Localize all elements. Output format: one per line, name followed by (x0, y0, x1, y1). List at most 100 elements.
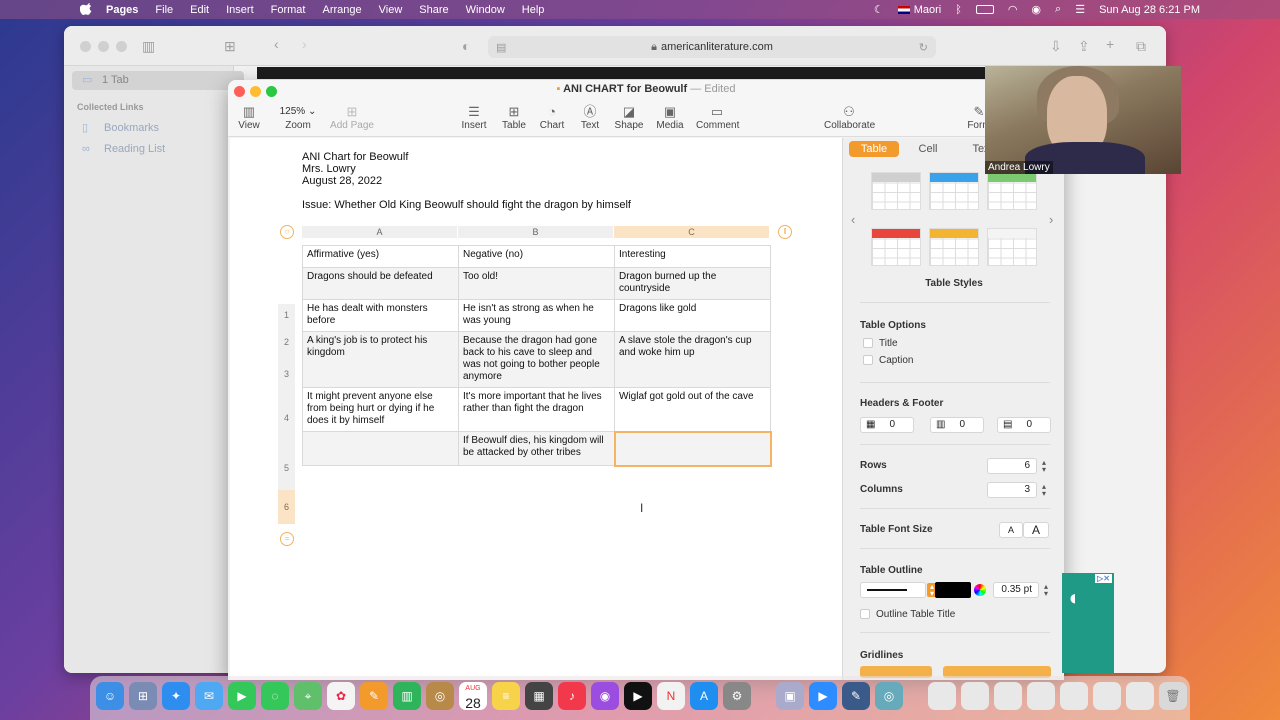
system-preferences-icon[interactable]: ⚙ (723, 682, 751, 710)
table-cell[interactable]: A slave stole the dragon's cup and woke … (614, 331, 771, 388)
column-header-c[interactable]: C (614, 226, 770, 238)
table-cell[interactable]: Too old! (458, 267, 615, 300)
doc-issue[interactable]: Issue: Whether Old King Beowulf should f… (302, 199, 631, 211)
table-cell[interactable]: Affirmative (yes) (302, 245, 459, 268)
search-icon[interactable]: ⌕ (1055, 3, 1061, 16)
table-cell[interactable]: If Beowulf dies, his kingdom will be att… (458, 431, 615, 466)
script-editor-icon[interactable]: ✎ (842, 682, 870, 710)
contacts-icon[interactable]: ◎ (426, 682, 454, 710)
user-icon[interactable]: ◉ (1031, 3, 1041, 16)
table-cell[interactable]: He has dealt with monsters before (302, 299, 459, 332)
table-cell[interactable] (302, 431, 459, 466)
facetime-icon[interactable]: ▶ (228, 682, 256, 710)
caption-checkbox[interactable]: Caption (863, 355, 913, 366)
tab-overview-icon[interactable]: ⊞ (224, 38, 236, 55)
table-style-gray[interactable] (871, 172, 921, 210)
row-header-4[interactable]: 4 (278, 390, 295, 446)
download-icon[interactable]: ⇩ (1050, 38, 1062, 55)
notes-icon[interactable]: ≡ (492, 682, 520, 710)
safari-icon[interactable]: ✦ (162, 682, 190, 710)
podcasts-icon[interactable]: ◉ (591, 682, 619, 710)
chevron-right-icon[interactable]: › (1049, 212, 1053, 227)
chevron-left-icon[interactable]: ‹ (851, 212, 855, 227)
outline-width-stepper[interactable]: ▴ ▾ (1041, 583, 1051, 598)
media-button[interactable]: ▣ Media (656, 104, 684, 131)
document-thumbnail-icon[interactable] (1126, 682, 1154, 710)
menu-window[interactable]: Window (466, 4, 505, 16)
address-bar[interactable]: ▤ 🔒︎ americanliterature.com ↻ (488, 36, 936, 58)
pages-app-icon[interactable]: ✎ (360, 682, 388, 710)
header-columns-field[interactable]: ▥ 0 (930, 417, 984, 433)
row-header-3[interactable]: 3 (278, 358, 295, 390)
zoom-icon[interactable]: ▶ (809, 682, 837, 710)
row-header-2[interactable]: 2 (278, 326, 295, 358)
menu-format[interactable]: Format (271, 4, 306, 16)
table-cell[interactable]: Wiglaf got gold out of the cave (614, 387, 771, 432)
insert-button[interactable]: ☰ Insert (460, 104, 488, 131)
row-header-1[interactable]: 1 (278, 304, 295, 326)
document-thumbnail-icon[interactable] (994, 682, 1022, 710)
launchpad-icon[interactable]: ⊞ (129, 682, 157, 710)
clock[interactable]: Sun Aug 28 6:21 PM (1099, 4, 1200, 16)
ad-banner[interactable]: ▷✕ ◖ (1062, 573, 1114, 673)
table-style-red[interactable] (871, 228, 921, 266)
news-icon[interactable]: N (657, 682, 685, 710)
outline-color-well[interactable] (935, 582, 971, 598)
table-cell[interactable]: Dragons like gold (614, 299, 771, 332)
menu-app-pages[interactable]: Pages (106, 4, 138, 16)
column-header-b[interactable]: B (458, 226, 614, 238)
menu-help[interactable]: Help (522, 4, 545, 16)
menu-edit[interactable]: Edit (190, 4, 209, 16)
tv-icon[interactable]: ▶ (624, 682, 652, 710)
column-header-a[interactable]: A (302, 226, 458, 238)
outline-title-checkbox[interactable]: Outline Table Title (860, 609, 955, 620)
music-icon[interactable]: ♪ (558, 682, 586, 710)
table-cell[interactable]: It's more important that he lives rather… (458, 387, 615, 432)
columns-stepper[interactable]: ▴ ▾ (1039, 483, 1049, 498)
color-wheel-icon[interactable] (974, 584, 986, 596)
table-cell[interactable]: Dragon burned up the countryside (614, 267, 771, 300)
chart-button[interactable]: ◔ Chart (538, 104, 566, 131)
table-style-green[interactable] (987, 172, 1037, 210)
preview-icon[interactable]: ▣ (776, 682, 804, 710)
tabs-grid-icon[interactable]: ⧉ (1136, 38, 1146, 55)
share-icon[interactable]: ⇪ (1078, 38, 1090, 55)
rows-stepper[interactable]: ▴ ▾ (1039, 459, 1049, 474)
numbers-icon[interactable]: ▥ (393, 682, 421, 710)
header-rows-field[interactable]: ▦ 0 (860, 417, 914, 433)
footer-rows-field[interactable]: ▤ 0 (997, 417, 1051, 433)
table-cell[interactable]: A king's job is to protect his kingdom (302, 331, 459, 388)
document-thumbnail-icon[interactable] (928, 682, 956, 710)
table-cell[interactable]: Dragons should be defeated (302, 267, 459, 300)
add-row-handle[interactable]: = (280, 532, 294, 546)
trash-icon[interactable]: 🗑︎ (1159, 682, 1187, 710)
bluetooth-icon[interactable]: ᛒ (955, 4, 962, 16)
table-cell[interactable]: Interesting (614, 245, 771, 268)
menu-share[interactable]: Share (419, 4, 448, 16)
table-style-plain[interactable] (987, 228, 1037, 266)
control-center-icon[interactable]: ☰ (1075, 3, 1085, 16)
view-button[interactable]: ▥ View (234, 104, 264, 131)
close-button[interactable] (80, 41, 91, 52)
document-canvas[interactable]: ANI Chart for Beowulf Mrs. Lowry August … (230, 138, 842, 680)
menu-insert[interactable]: Insert (226, 4, 254, 16)
forward-icon[interactable]: › (302, 36, 307, 52)
doc-heading[interactable]: ANI Chart for Beowulf (302, 151, 408, 163)
table-select-handle[interactable]: ○ (280, 225, 294, 239)
apple-icon[interactable] (80, 2, 94, 17)
reader-icon[interactable]: ▤ (496, 41, 506, 54)
outline-style-menu[interactable] (860, 582, 926, 598)
document-thumbnail-icon[interactable] (1093, 682, 1121, 710)
doc-author[interactable]: Mrs. Lowry (302, 163, 356, 175)
document-thumbnail-icon[interactable] (961, 682, 989, 710)
shape-button[interactable]: ◪ Shape (614, 104, 644, 131)
table-style-blue[interactable] (929, 172, 979, 210)
document-thumbnail-icon[interactable] (1060, 682, 1088, 710)
battery-icon[interactable] (975, 5, 994, 14)
add-column-handle[interactable]: ‖ (778, 225, 792, 239)
table-cell[interactable]: He isn't as strong as when he was young (458, 299, 615, 332)
add-page-button[interactable]: ⊞ Add Page (330, 104, 374, 131)
table-cell[interactable]: Negative (no) (458, 245, 615, 268)
table-button[interactable]: ⊞ Table (500, 104, 528, 131)
app-store-icon[interactable]: A (690, 682, 718, 710)
